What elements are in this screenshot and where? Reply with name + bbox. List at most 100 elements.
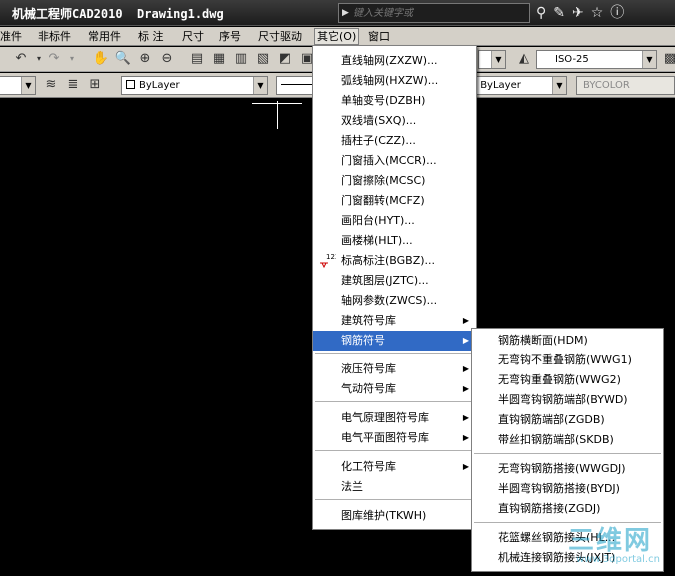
dimstyle-value: ISO-25 [555, 54, 589, 65]
menu-item-label: 建筑符号库 [341, 314, 396, 327]
menu-common-parts[interactable]: 常用件 [86, 29, 123, 45]
menu-item-flange[interactable]: 法兰 [313, 477, 476, 497]
menu-separator [315, 401, 474, 402]
undo-icon[interactable]: ↶ [12, 50, 30, 68]
plotstyle-combo[interactable]: BYCOLOR [576, 76, 675, 95]
redo-dropdown-icon[interactable]: ▾ [63, 50, 81, 68]
dimstyle-combo[interactable]: ISO-25 ▼ [536, 50, 657, 69]
menu-item-electrical-schematic-symbols[interactable]: 电气原理图符号库 ▶ [313, 408, 476, 428]
menu-item-label: 标高标注(BGBZ)... [341, 254, 436, 267]
menu-item-building-layers[interactable]: 建筑图层(JZTC)... [313, 271, 476, 291]
menu-separator [474, 453, 661, 454]
menu-item-rebar-straight-hook-lap[interactable]: 直钩钢筋搭接(ZGDJ) [472, 499, 663, 519]
satellite-icon[interactable]: ✈ [572, 4, 584, 22]
search-box[interactable]: ▶ [338, 3, 530, 23]
menu-dimension[interactable]: 尺寸 [180, 29, 206, 45]
textstyle-combo[interactable]: ▼ [478, 50, 506, 69]
menu-item-label: 电气平面图符号库 [341, 431, 429, 444]
menu-item-axis-renumber[interactable]: 单轴变号(DZBH) [313, 91, 476, 111]
tool-palette-icon[interactable]: ▥ [232, 50, 250, 68]
menu-item-label: 双线墙(SXQ)... [341, 114, 417, 127]
menu-item-elevation-mark[interactable]: 123 标高标注(BGBZ)... [313, 251, 476, 271]
make-current-layer-icon[interactable]: ⊞ [86, 76, 104, 94]
menu-item-rebar-semicircle-lap[interactable]: 半圆弯钩钢筋搭接(BYDJ) [472, 479, 663, 499]
menu-item-rebar-nohook-lap[interactable]: 无弯钩钢筋搭接(WWGDJ) [472, 459, 663, 479]
pan-icon[interactable]: ✋ [92, 50, 110, 68]
menu-item-hydraulic-symbols[interactable]: 液压符号库 ▶ [313, 359, 476, 379]
watermark-logo: 三维网 www.3dportal.cn [564, 520, 672, 576]
color-swatch [126, 80, 135, 89]
menu-item-chemical-symbols[interactable]: 化工符号库 ▶ [313, 457, 476, 477]
menu-item-arc-grid[interactable]: 弧线轴网(HXZW)... [313, 71, 476, 91]
menu-item-balcony[interactable]: 画阳台(HYT)... [313, 211, 476, 231]
binoculars-icon[interactable]: ⚲ [536, 4, 546, 22]
menu-window[interactable]: 窗口 [366, 29, 392, 45]
menu-item-grid-params[interactable]: 轴网参数(ZWCS)... [313, 291, 476, 311]
search-input[interactable] [353, 5, 527, 21]
submenu-arrow-icon: ▶ [462, 336, 469, 345]
menu-item-label: 钢筋符号 [341, 334, 385, 347]
zoom-icon[interactable]: 🔍 [114, 50, 132, 68]
menu-other[interactable]: 其它(O) [314, 28, 360, 45]
menu-item-insert-door[interactable]: 门窗插入(MCCR)... [313, 151, 476, 171]
dimstyle-icon[interactable]: ◭ [515, 50, 533, 68]
tools-icon[interactable]: ✎ [553, 4, 565, 22]
sheetset-icon[interactable]: ▧ [254, 50, 272, 68]
menu-item-pneumatic-symbols[interactable]: 气动符号库 ▶ [313, 379, 476, 399]
expand-arrow-icon[interactable]: ▶ [342, 8, 349, 18]
color-value: ByLayer [139, 80, 180, 91]
menu-sequence[interactable]: 序号 [217, 29, 243, 45]
help-icon[interactable]: ⓘ [610, 4, 624, 22]
zoom-window-icon[interactable]: ⊕ [136, 50, 154, 68]
menu-separator [315, 450, 474, 451]
layer-previous-icon[interactable]: ≋ [42, 76, 60, 94]
menu-dimension-drive[interactable]: 尺寸驱动 [256, 29, 304, 45]
zoom-previous-icon[interactable]: ⊖ [158, 50, 176, 68]
menu-annotation[interactable]: 标 注 [136, 29, 166, 45]
tablestyle-icon[interactable]: ▩ [661, 50, 675, 68]
menu-item-rebar-cross-section[interactable]: 钢筋横断面(HDM) [472, 331, 663, 351]
menu-item-electrical-plan-symbols[interactable]: 电气平面图符号库 ▶ [313, 428, 476, 448]
chevron-down-icon[interactable]: ▼ [552, 77, 566, 94]
menu-separator [315, 353, 474, 354]
menu-item-label: 电气原理图符号库 [341, 411, 429, 424]
crosshair-horizontal [252, 103, 302, 104]
menu-item-label: 化工符号库 [341, 460, 396, 473]
menu-item-building-symbols[interactable]: 建筑符号库 ▶ [313, 311, 476, 331]
menu-item-library-maintenance[interactable]: 图库维护(TKWH) [313, 506, 476, 526]
window-title: 机械工程师CAD2010 Drawing1.dwg [12, 7, 224, 21]
properties-icon[interactable]: ▤ [188, 50, 206, 68]
menu-item-erase-door[interactable]: 门窗擦除(MCSC) [313, 171, 476, 191]
markup-icon[interactable]: ◩ [276, 50, 294, 68]
menu-item-label: 钢筋横断面(HDM) [498, 334, 588, 347]
menu-item-rebar-symbols[interactable]: 钢筋符号 ▶ [313, 331, 476, 351]
menu-nonstandard-parts[interactable]: 非标件 [36, 29, 73, 45]
color-combo[interactable]: ByLayer ▼ [121, 76, 268, 95]
chevron-down-icon[interactable]: ▼ [491, 51, 505, 68]
menu-item-double-wall[interactable]: 双线墙(SXQ)... [313, 111, 476, 131]
menu-item-rebar-nohook-nonoverlap[interactable]: 无弯钩不重叠钢筋(WWG1) [472, 350, 663, 370]
redo-icon[interactable]: ↷ [45, 50, 63, 68]
menu-item-rebar-nohook-overlap[interactable]: 无弯钩重叠钢筋(WWG2) [472, 370, 663, 390]
star-icon[interactable]: ☆ [591, 4, 604, 22]
menu-item-label: 带丝扣钢筋端部(SKDB) [498, 433, 614, 446]
layer-states-icon[interactable]: ≣ [64, 76, 82, 94]
menu-item-insert-column[interactable]: 插柱子(CZZ)... [313, 131, 476, 151]
menu-item-stairs[interactable]: 画楼梯(HLT)... [313, 231, 476, 251]
chevron-down-icon[interactable]: ▼ [253, 77, 267, 94]
submenu-arrow-icon: ▶ [462, 433, 469, 442]
layer-combo[interactable]: ▼ [0, 76, 36, 95]
menu-item-rebar-straight-hook-end[interactable]: 直钩钢筋端部(ZGDB) [472, 410, 663, 430]
menu-item-flip-door[interactable]: 门窗翻转(MCFZ) [313, 191, 476, 211]
submenu-arrow-icon: ▶ [462, 316, 469, 325]
submenu-arrow-icon: ▶ [462, 413, 469, 422]
menu-item-line-grid[interactable]: 直线轴网(ZXZW)... [313, 51, 476, 71]
chevron-down-icon[interactable]: ▼ [642, 51, 656, 68]
design-center-icon[interactable]: ▦ [210, 50, 228, 68]
menu-item-label: 门窗擦除(MCSC) [341, 174, 426, 187]
menu-item-rebar-threaded-end[interactable]: 带丝扣钢筋端部(SKDB) [472, 430, 663, 450]
menu-item-rebar-semicircle-hook-end[interactable]: 半圆弯钩钢筋端部(BYWD) [472, 390, 663, 410]
chevron-down-icon[interactable]: ▼ [21, 77, 35, 94]
menu-item-label: 门窗翻转(MCFZ) [341, 194, 425, 207]
menu-standard-parts[interactable]: 准件 [0, 29, 24, 45]
